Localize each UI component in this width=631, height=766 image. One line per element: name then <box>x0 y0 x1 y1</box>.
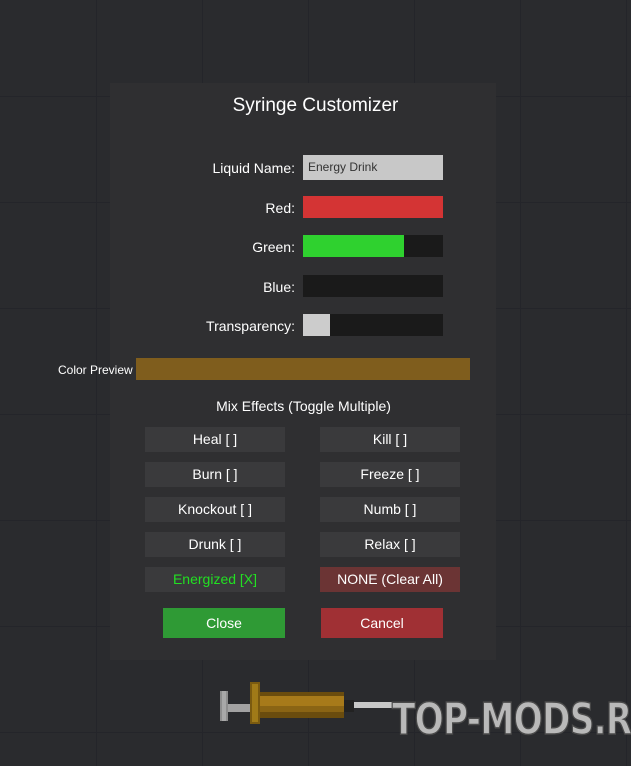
close-button[interactable]: Close <box>163 608 285 638</box>
color-preview-swatch <box>136 358 470 380</box>
watermark-text: TOP-MODS.RU <box>391 693 631 746</box>
cancel-button[interactable]: Cancel <box>321 608 443 638</box>
syringe-icon <box>220 682 398 724</box>
red-slider[interactable] <box>303 196 443 218</box>
clear-effects-button[interactable]: NONE (Clear All) <box>320 567 460 592</box>
liquid-name-label: Liquid Name: <box>212 160 296 176</box>
effect-burn-button[interactable]: Burn [ ] <box>145 462 285 487</box>
effect-heal-button[interactable]: Heal [ ] <box>145 427 285 452</box>
effect-knockout-button[interactable]: Knockout [ ] <box>145 497 285 522</box>
transparency-slider-fill <box>303 314 330 336</box>
effect-kill-button[interactable]: Kill [ ] <box>320 427 460 452</box>
blue-label: Blue: <box>263 279 295 295</box>
green-slider[interactable] <box>303 235 443 257</box>
transparency-label: Transparency: <box>206 318 295 334</box>
green-label: Green: <box>252 239 295 255</box>
effect-numb-button[interactable]: Numb [ ] <box>320 497 460 522</box>
effect-relax-button[interactable]: Relax [ ] <box>320 532 460 557</box>
color-preview-label: Color Preview <box>58 363 133 377</box>
effect-drunk-button[interactable]: Drunk [ ] <box>145 532 285 557</box>
mix-effects-title: Mix Effects (Toggle Multiple) <box>216 398 391 414</box>
red-label: Red: <box>265 200 295 216</box>
effect-freeze-button[interactable]: Freeze [ ] <box>320 462 460 487</box>
blue-slider[interactable] <box>303 275 443 297</box>
green-slider-fill <box>303 235 404 257</box>
transparency-slider[interactable] <box>303 314 443 336</box>
dialog-title: Syringe Customizer <box>232 95 399 116</box>
red-slider-fill <box>303 196 443 218</box>
effect-energized-button[interactable]: Energized [X] <box>145 567 285 592</box>
liquid-name-input[interactable]: Energy Drink <box>303 155 443 180</box>
